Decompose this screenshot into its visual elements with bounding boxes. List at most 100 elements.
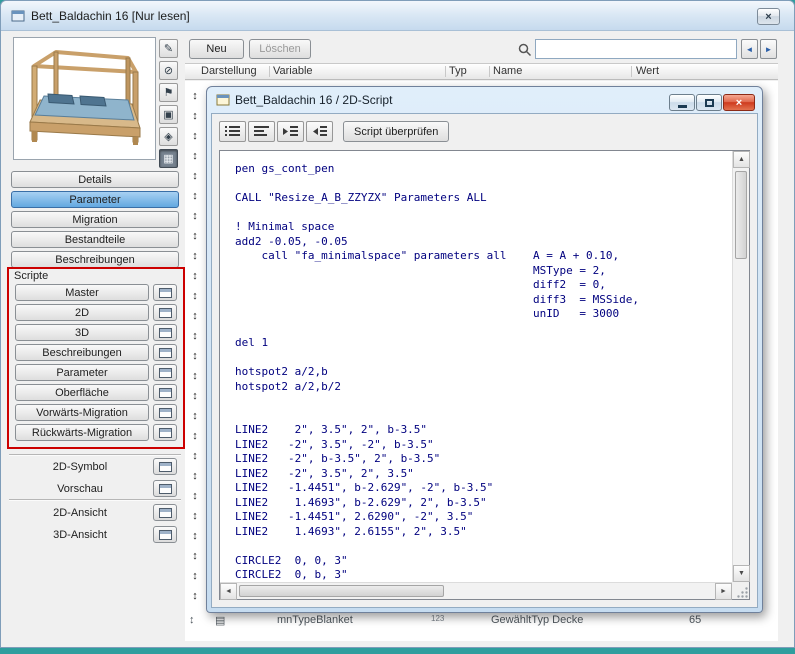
script-vorwaerts-migration-button[interactable]: Vorwärts-Migration: [15, 404, 149, 421]
updown-arrow-icon: ↕: [187, 246, 203, 266]
script-rueckwaerts-migration-button[interactable]: Rückwärts-Migration: [15, 424, 149, 441]
open-2d-window-button[interactable]: [153, 304, 177, 321]
window-icon: [159, 348, 172, 358]
preview-tool-strip: ✎ ⊘ ⚑ ▣ ◈ ▦: [159, 39, 179, 168]
2d-ansicht-label: 2D-Ansicht: [11, 504, 149, 521]
window-icon: [159, 388, 172, 398]
indent-right-button[interactable]: [277, 121, 304, 142]
script-3d-button[interactable]: 3D: [15, 324, 149, 341]
line-list-button[interactable]: [248, 121, 275, 142]
column-divider: [631, 66, 632, 77]
updown-arrow-icon: ↕: [187, 406, 203, 426]
resize-grip[interactable]: [732, 582, 749, 599]
open-3d-ansicht-window-button[interactable]: [153, 526, 177, 543]
script-window-client: Script überprüfen pen gs_cont_pen CALL "…: [211, 113, 758, 608]
vertical-scrollbar[interactable]: ▲ ▼: [732, 151, 749, 582]
script-2d-button[interactable]: 2D: [15, 304, 149, 321]
ellipse-tool-button[interactable]: ⊘: [159, 61, 178, 80]
vertical-scrollbar-thumb[interactable]: [735, 171, 747, 259]
script-row-vorwaerts-migration: Vorwärts-Migration: [15, 404, 177, 421]
search-input[interactable]: [535, 39, 737, 59]
open-2d-ansicht-window-button[interactable]: [153, 504, 177, 521]
outline-list-button[interactable]: [219, 121, 246, 142]
script-window-titlebar[interactable]: Bett_Baldachin 16 / 2D-Script ×: [207, 87, 762, 113]
open-rueckwaerts-migration-window-button[interactable]: [153, 424, 177, 441]
table-row[interactable]: ↕ ▤ mnTypeBlanket 123 GewähltTyp Decke 6…: [185, 612, 778, 632]
indent-left-button[interactable]: [306, 121, 333, 142]
script-editor-window: Bett_Baldachin 16 / 2D-Script ×: [206, 86, 763, 613]
updown-arrow-icon: ↕: [187, 366, 203, 386]
script-window-icon: [216, 93, 230, 107]
nav-bestandteile-button[interactable]: Bestandteile: [11, 231, 179, 248]
open-beschreibungen-window-button[interactable]: [153, 344, 177, 361]
horizontal-scrollbar[interactable]: ◄ ►: [220, 582, 732, 599]
delete-button[interactable]: Löschen: [249, 39, 311, 59]
diamond-tool-button[interactable]: ◈: [159, 127, 178, 146]
window-icon: [159, 428, 172, 438]
bed-preview-image: [14, 38, 155, 159]
line-list-icon: [253, 125, 270, 138]
script-code[interactable]: pen gs_cont_pen CALL "Resize_A_B_ZZYZX" …: [221, 152, 731, 581]
main-titlebar[interactable]: Bett_Baldachin 16 [Nur lesen] ×: [1, 1, 794, 31]
open-oberflaeche-window-button[interactable]: [153, 384, 177, 401]
script-master-button[interactable]: Master: [15, 284, 149, 301]
maximize-button[interactable]: [696, 94, 722, 111]
scripts-group-label: Scripte: [14, 270, 48, 282]
window-icon: [159, 508, 172, 518]
new-button[interactable]: Neu: [189, 39, 244, 59]
script-row-3d: 3D: [15, 324, 177, 341]
search-next-button[interactable]: ►: [760, 39, 777, 59]
window-icon: [159, 288, 172, 298]
search-prev-button[interactable]: ◄: [741, 39, 758, 59]
minimize-icon: [678, 105, 687, 108]
code-editor[interactable]: pen gs_cont_pen CALL "Resize_A_B_ZZYZX" …: [219, 150, 750, 600]
window-icon: [159, 484, 172, 494]
scroll-up-icon: ▲: [738, 156, 745, 163]
col-darstellung: Darstellung: [201, 65, 257, 77]
window-icon: [159, 328, 172, 338]
flag-tool-button[interactable]: ⚑: [159, 83, 178, 102]
scroll-right-button[interactable]: ►: [715, 583, 732, 600]
nav-migration-button[interactable]: Migration: [11, 211, 179, 228]
updown-arrow-icon: ↕: [187, 146, 203, 166]
open-3d-window-button[interactable]: [153, 324, 177, 341]
updown-arrow-icon: ↕: [187, 446, 203, 466]
open-master-window-button[interactable]: [153, 284, 177, 301]
scroll-down-button[interactable]: ▼: [733, 565, 750, 582]
section-nav: Details Parameter Migration Bestandteile…: [11, 171, 179, 268]
scroll-up-button[interactable]: ▲: [733, 151, 750, 168]
script-oberflaeche-button[interactable]: Oberfläche: [15, 384, 149, 401]
close-icon: ×: [736, 97, 742, 109]
pencil-icon: ✎: [164, 42, 173, 55]
col-wert: Wert: [636, 65, 659, 77]
scroll-left-button[interactable]: ◄: [220, 583, 237, 600]
nav-details-button[interactable]: Details: [11, 171, 179, 188]
scroll-right-icon: ►: [720, 588, 727, 595]
minimize-button[interactable]: [669, 94, 695, 111]
search-icon: [518, 43, 532, 57]
maximize-icon: [705, 99, 714, 107]
view-row-2d-symbol: 2D-Symbol: [11, 458, 179, 475]
close-button[interactable]: ×: [723, 94, 755, 111]
close-icon[interactable]: ×: [757, 8, 780, 25]
script-row-rueckwaerts-migration: Rückwärts-Migration: [15, 424, 177, 441]
updown-arrow-icon: ↕: [187, 526, 203, 546]
pencil-tool-button[interactable]: ✎: [159, 39, 178, 58]
film-tool-button[interactable]: ▦: [159, 149, 178, 168]
open-vorschau-window-button[interactable]: [153, 480, 177, 497]
box-icon: ▣: [163, 108, 173, 121]
open-parameter-window-button[interactable]: [153, 364, 177, 381]
nav-parameter-button[interactable]: Parameter: [11, 191, 179, 208]
open-2d-symbol-window-button[interactable]: [153, 458, 177, 475]
check-script-button[interactable]: Script überprüfen: [343, 121, 449, 142]
script-parameter-button[interactable]: Parameter: [15, 364, 149, 381]
nav-beschreibungen-button[interactable]: Beschreibungen: [11, 251, 179, 268]
script-beschreibungen-button[interactable]: Beschreibungen: [15, 344, 149, 361]
horizontal-scrollbar-thumb[interactable]: [239, 585, 444, 597]
open-vorwaerts-migration-window-button[interactable]: [153, 404, 177, 421]
indent-left-icon: [311, 125, 328, 138]
updown-arrow-icon: ↕: [187, 226, 203, 246]
scroll-left-icon: ◄: [225, 588, 232, 595]
box-tool-button[interactable]: ▣: [159, 105, 178, 124]
col-variable: Variable: [273, 65, 313, 77]
